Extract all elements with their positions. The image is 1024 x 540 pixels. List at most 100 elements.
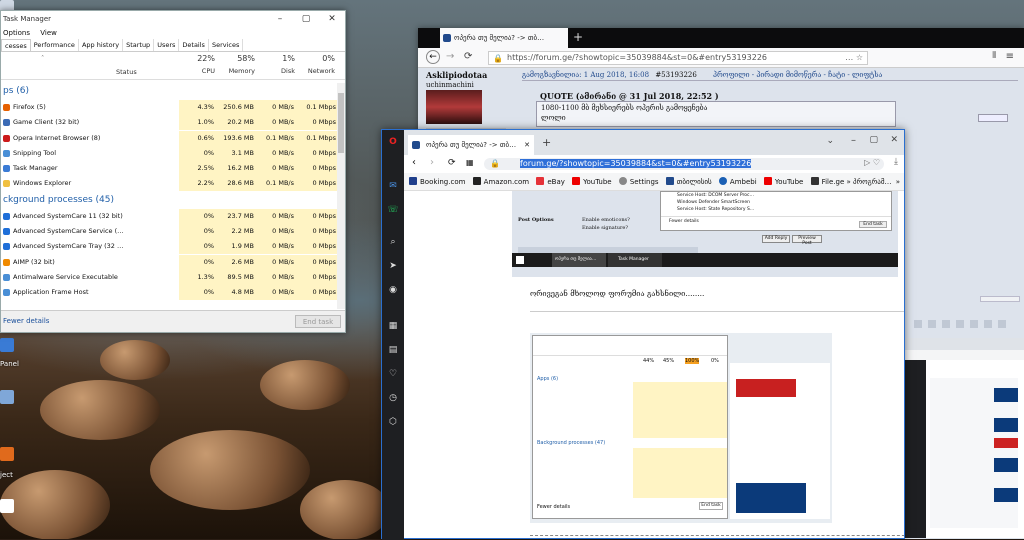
minimize-button[interactable]: – xyxy=(851,135,856,146)
tab-menu-icon[interactable]: ⌄ xyxy=(826,136,834,146)
forum-icon[interactable] xyxy=(970,320,978,328)
tab-forum[interactable]: ოპერა თუ მელია? -> თბ… xyxy=(440,28,568,48)
tab-processes[interactable]: cesses xyxy=(1,39,31,51)
speed-dial-icon[interactable]: ▦ xyxy=(387,320,399,332)
process-row[interactable]: Windows Explorer 2.2% 28.6 MB 0.1 MB/s 0 Mbp… xyxy=(1,176,347,192)
process-cpu: 0% xyxy=(179,208,217,224)
opera-logo-icon[interactable]: O xyxy=(387,136,399,148)
url-text: https://forum.ge/?showtopic=35039884&st=… xyxy=(507,53,767,62)
title-bar: Task Manager – ▢ ✕ xyxy=(1,11,345,27)
new-tab-icon[interactable]: + xyxy=(542,136,551,149)
extensions-icon[interactable]: ⬡ xyxy=(387,416,399,428)
back-icon[interactable]: ← xyxy=(426,50,440,64)
more-bookmarks-icon[interactable]: » xyxy=(896,173,900,190)
file-icon[interactable] xyxy=(0,499,14,513)
forward-icon[interactable]: → xyxy=(446,51,454,62)
forum-icon[interactable] xyxy=(956,320,964,328)
control-panel-icon[interactable] xyxy=(0,338,14,352)
scrollbar[interactable] xyxy=(337,83,345,309)
end-task-button[interactable]: End task xyxy=(295,315,341,328)
address-bar[interactable]: 🔒 forum.ge/?showtopic=35039884&st=0&#ent… xyxy=(484,158,884,170)
process-row[interactable]: Task Manager 2.5% 16.2 MB 0 MB/s 0 Mbps xyxy=(1,161,347,177)
page-actions-icon[interactable]: … ☆ xyxy=(845,52,863,64)
reload-icon[interactable]: ⟳ xyxy=(464,51,472,62)
bookmark-heart-icon[interactable]: ▷ ♡ xyxy=(864,158,880,167)
tab-performance[interactable]: Performance xyxy=(31,39,79,51)
scrollbar-thumb[interactable] xyxy=(338,93,344,153)
forward-icon[interactable]: › xyxy=(430,157,434,168)
post-entry[interactable]: #53193226 xyxy=(655,71,697,79)
process-row[interactable]: Advanced SystemCare Service (… 0% 2.2 MB 0 … xyxy=(1,224,347,240)
bookmark-filege[interactable]: File.ge » პროგრამ… xyxy=(810,177,892,186)
address-bar[interactable]: 🔒 https://forum.ge/?showtopic=35039884&s… xyxy=(488,51,868,65)
forum-icon[interactable] xyxy=(984,320,992,328)
close-button[interactable]: ✕ xyxy=(890,135,898,145)
speed-dial-icon[interactable]: ▦ xyxy=(466,158,474,167)
post-control[interactable] xyxy=(978,114,1008,122)
network-header[interactable]: Network xyxy=(297,67,335,75)
send-icon[interactable]: ➤ xyxy=(387,260,399,272)
bookmark-tbilisi[interactable]: თბილისის xyxy=(665,177,712,186)
heart-icon[interactable]: ♡ xyxy=(387,368,399,380)
process-row[interactable]: Snipping Tool 0% 3.1 MB 0 MB/s 0 Mbps xyxy=(1,145,347,161)
close-button[interactable]: ✕ xyxy=(319,11,345,27)
app-icon[interactable] xyxy=(0,447,14,461)
tab-services[interactable]: Services xyxy=(209,39,244,51)
tab-startup[interactable]: Startup xyxy=(123,39,155,51)
ss-end-task: End task xyxy=(859,221,887,228)
tab-forum[interactable]: ოპერა თუ მელია? -> თბ… ✕ xyxy=(408,135,534,155)
sort-up-icon[interactable]: ˄ xyxy=(41,54,44,62)
search-icon[interactable]: ⌕ xyxy=(387,236,399,248)
disk-header[interactable]: Disk xyxy=(259,67,295,75)
bookmark-youtube[interactable]: YouTube xyxy=(572,177,612,186)
camera-icon[interactable]: ◉ xyxy=(387,284,399,296)
menu-options[interactable]: Options xyxy=(3,29,30,37)
process-row[interactable]: Application Frame Host 0% 4.8 MB 0 MB/s 0 Mb… xyxy=(1,285,347,301)
process-row[interactable]: Opera Internet Browser (8) 0.6% 193.6 MB 0.… xyxy=(1,130,347,146)
maximize-button[interactable]: ▢ xyxy=(869,135,878,145)
whatsapp-icon[interactable]: ☏ xyxy=(387,204,399,216)
forum-icon[interactable] xyxy=(914,320,922,328)
tab-details[interactable]: Details xyxy=(179,39,209,51)
bookmark-youtube-2[interactable]: YouTube xyxy=(763,177,803,186)
back-icon[interactable]: ‹ xyxy=(412,157,416,168)
minimize-button[interactable]: – xyxy=(267,11,293,27)
bookmark-settings[interactable]: Settings xyxy=(618,177,659,186)
history-icon[interactable]: ◷ xyxy=(387,392,399,404)
status-header[interactable]: Status xyxy=(116,68,137,76)
bookmark-booking[interactable]: Booking.com xyxy=(409,177,465,186)
tab-close-icon[interactable]: ✕ xyxy=(524,135,530,155)
menu-icon[interactable]: ≡ xyxy=(1006,51,1014,62)
bookmark-ambebi[interactable]: Ambebi xyxy=(718,177,757,186)
library-icon[interactable]: ⫴ xyxy=(992,51,996,61)
bookmark-ebay[interactable]: eBay xyxy=(536,177,565,186)
download-icon[interactable]: ⤓ xyxy=(894,157,898,167)
maximize-button[interactable]: ▢ xyxy=(293,11,319,27)
post-author[interactable]: Asklipiodotaa xyxy=(426,70,487,80)
forum-icon[interactable] xyxy=(998,320,1006,328)
process-row[interactable]: Advanced SystemCare Tray (32 … 0% 1.9 MB 0 … xyxy=(1,239,347,255)
forum-button[interactable] xyxy=(980,296,1020,302)
memory-header[interactable]: Memory xyxy=(221,67,255,75)
menu-view[interactable]: View xyxy=(40,29,57,37)
process-name: Snipping Tool xyxy=(13,148,57,157)
process-row[interactable]: Antimalware Service Executable 1.3% 89.5 M… xyxy=(1,269,347,285)
cpu-header[interactable]: CPU xyxy=(181,67,215,75)
reload-icon[interactable]: ⟳ xyxy=(448,158,456,168)
process-row[interactable]: AIMP (32 bit) 0% 2.6 MB 0 MB/s 0 Mbps xyxy=(1,254,347,270)
process-row[interactable]: Game Client (32 bit) 1.0% 20.2 MB 0 MB/s 0 M… xyxy=(1,115,347,131)
bookmark-amazon[interactable]: Amazon.com xyxy=(472,177,529,186)
fewer-details-link[interactable]: Fewer details xyxy=(3,317,49,325)
messenger-icon[interactable]: ✉ xyxy=(387,180,399,192)
tab-app-history[interactable]: App history xyxy=(79,39,124,51)
process-net: 0 Mbps xyxy=(297,224,339,240)
process-row[interactable]: Advanced SystemCare 11 (32 bit) 0% 23.7 MB… xyxy=(1,208,347,224)
news-icon[interactable]: ▤ xyxy=(387,344,399,356)
forum-icon[interactable] xyxy=(942,320,950,328)
post-links[interactable]: პროფილი - პირადი მიმოწერა - ჩატი - ლიფტს… xyxy=(713,71,882,79)
desktop-icon[interactable] xyxy=(0,390,14,404)
tab-users[interactable]: Users xyxy=(154,39,180,51)
new-tab-icon[interactable]: + xyxy=(573,30,583,44)
forum-icon[interactable] xyxy=(928,320,936,328)
process-row[interactable]: Firefox (5) 4.3% 250.6 MB 0 MB/s 0.1 Mbps xyxy=(1,100,347,115)
